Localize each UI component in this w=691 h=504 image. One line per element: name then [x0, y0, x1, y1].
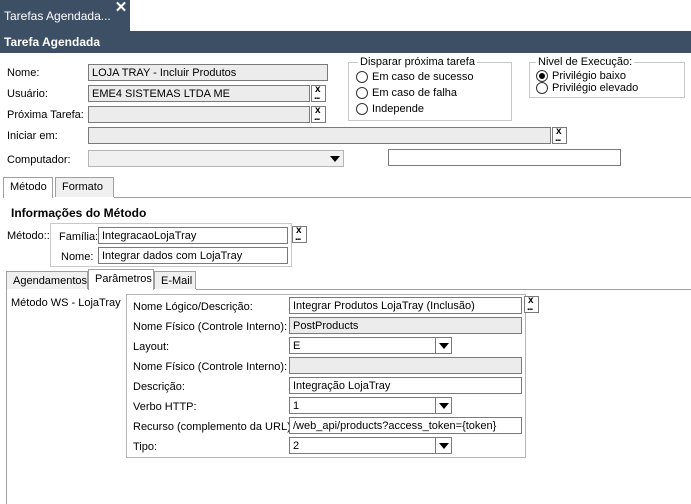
param-verbo-http-value: 1 [293, 400, 300, 412]
param-verbo-http-select[interactable]: 1 [289, 397, 452, 414]
chevron-down-icon[interactable] [327, 151, 343, 166]
param-nome-fisico-field[interactable]: PostProducts [289, 317, 522, 334]
radio-independe-label: Independe [372, 103, 424, 115]
param-layout-value: E [293, 340, 301, 352]
familia-lookup-icon[interactable]: x... [292, 226, 307, 243]
param-label-layout: Layout: [133, 341, 170, 353]
param-recurso-field[interactable]: /web_api/products?access_token={token} [289, 417, 522, 434]
disparar-title: Disparar próxima tarefa [358, 56, 477, 68]
iniciar-label: Iniciar em: [7, 130, 58, 142]
chevron-down-icon[interactable] [435, 338, 451, 353]
sub-tabs-divider [196, 289, 691, 290]
metodo-nome-label: Nome: [61, 251, 94, 263]
param-label-nome-fisico-2: Nome Físico (Controle Interno): [133, 361, 288, 373]
computador-label: Computador: [7, 154, 71, 166]
proxima-tarefa-label: Próxima Tarefa: [7, 109, 84, 121]
param-nome-logico-lookup-icon[interactable]: x... [524, 296, 539, 313]
close-icon[interactable]: ✕ [114, 0, 128, 16]
param-label-descricao: Descrição: [133, 381, 185, 393]
computador-select[interactable] [88, 150, 344, 167]
nivel-title: Nivel de Execução: [536, 56, 635, 68]
param-descricao-field[interactable]: Integração LojaTray [289, 377, 522, 394]
iniciar-field[interactable] [88, 127, 551, 144]
radio-falha-label: Em caso de falha [372, 87, 457, 99]
usuario-field[interactable]: EME4 SISTEMAS LTDA ME [88, 85, 310, 102]
tab-agendamentos[interactable]: Agendamentos [6, 271, 88, 289]
usuario-label: Usuário: [7, 88, 48, 100]
radio-sucesso-label: Em caso de sucesso [372, 71, 474, 83]
param-layout-select[interactable]: E [289, 337, 452, 354]
window-tab[interactable]: Tarefas Agendada... [0, 0, 130, 31]
metodo-label: Método:: [7, 230, 50, 242]
iniciar-lookup-icon[interactable]: x... [552, 127, 567, 144]
nome-label: Nome: [7, 67, 40, 79]
familia-field[interactable]: IntegracaoLojaTray [98, 227, 288, 244]
chevron-down-icon[interactable] [435, 398, 451, 413]
proxima-tarefa-field[interactable] [88, 106, 310, 123]
tab-metodo[interactable]: Método [3, 177, 53, 198]
radio-sucesso[interactable] [356, 71, 368, 83]
chevron-down-icon[interactable] [435, 438, 451, 453]
param-nome-logico-field[interactable]: Integrar Produtos LojaTray (Inclusão) [289, 297, 522, 314]
nome-field[interactable]: LOJA TRAY - Incluir Produtos [88, 64, 328, 81]
radio-privilegio-baixo[interactable] [536, 70, 548, 82]
proxima-tarefa-lookup-icon[interactable]: x... [311, 106, 326, 123]
param-label-recurso: Recurso (complemento da URL): [133, 421, 294, 433]
tab-formato[interactable]: Formato [55, 177, 114, 197]
param-label-tipo: Tipo: [133, 441, 158, 453]
sub-tabs-left-border [6, 289, 7, 504]
param-nome-fisico-2-field[interactable] [289, 357, 522, 374]
param-label-verbo-http: Verbo HTTP: [133, 401, 197, 413]
window-tab-title: Tarefas Agendada... [4, 9, 111, 23]
radio-privilegio-elevado[interactable] [536, 82, 548, 94]
params-side-label: Método WS - LojaTray [11, 297, 121, 309]
tab-email[interactable]: E-Mail [154, 271, 196, 289]
param-label-nome-fisico: Nome Físico (Controle Interno): [133, 321, 288, 333]
param-tipo-select[interactable]: 2 [289, 437, 452, 454]
radio-falha[interactable] [356, 87, 368, 99]
tab-parametros[interactable]: Parâmetros [88, 269, 154, 290]
page-title: Tarefa Agendada [0, 31, 691, 53]
familia-label: Família: [59, 231, 99, 243]
param-label-nome-logico: Nome Lógico/Descrição: [133, 301, 253, 313]
param-tipo-value: 2 [293, 440, 300, 452]
metodo-nome-field[interactable]: Integrar dados com LojaTray [98, 247, 288, 264]
main-tabs-divider [114, 197, 691, 198]
radio-privilegio-elevado-label: Privilégio elevado [552, 82, 639, 94]
usuario-lookup-icon[interactable]: x... [311, 85, 326, 102]
computador-extra-field[interactable] [388, 149, 621, 166]
metodo-section-title: Informações do Método [11, 206, 147, 220]
radio-independe[interactable] [356, 103, 368, 115]
